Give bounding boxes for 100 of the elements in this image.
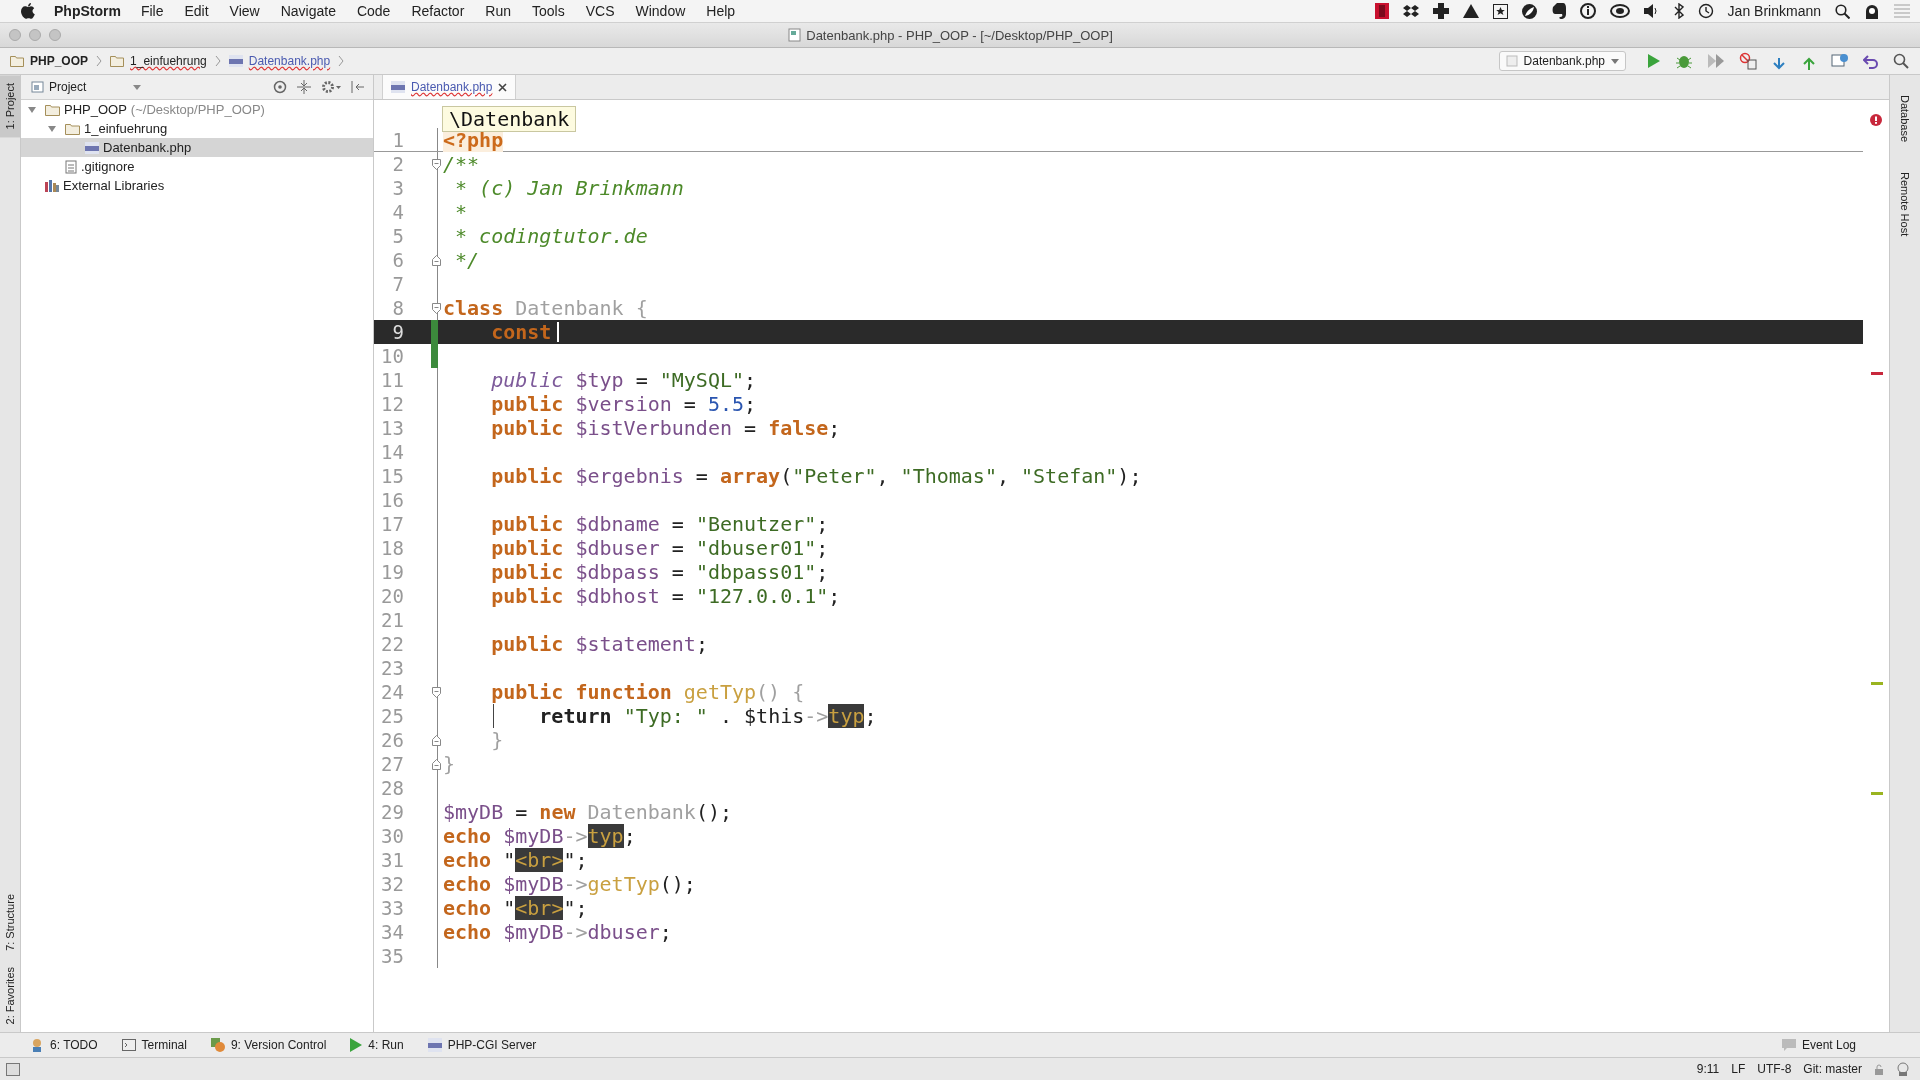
run-configuration-dropdown[interactable]: Datenbank.php bbox=[1498, 51, 1626, 71]
search-icon[interactable] bbox=[1835, 3, 1850, 19]
lock-icon[interactable] bbox=[1874, 1063, 1884, 1075]
tool-window-button[interactable]: PHP-CGI Server bbox=[427, 1038, 537, 1052]
box-icon[interactable] bbox=[1402, 3, 1419, 19]
fold-icon[interactable] bbox=[432, 758, 441, 770]
line-number: 5 bbox=[391, 225, 404, 247]
line-number: 30 bbox=[380, 825, 404, 847]
expand-triangle-icon[interactable] bbox=[27, 104, 37, 115]
tree-item[interactable]: External Libraries bbox=[21, 176, 373, 195]
line-number: 28 bbox=[380, 777, 404, 799]
php-file-icon bbox=[427, 1038, 442, 1052]
compare-icon[interactable] bbox=[1831, 53, 1849, 69]
code-line: public $dbuser = "dbuser01"; bbox=[490, 536, 829, 560]
line-number: 31 bbox=[380, 849, 404, 871]
caret-icon bbox=[1611, 58, 1619, 64]
app-menu[interactable]: PhpStorm bbox=[54, 3, 121, 19]
line-number: 2 bbox=[391, 153, 404, 175]
window-icon bbox=[31, 81, 44, 93]
status-item[interactable]: UTF-8 bbox=[1757, 1062, 1792, 1076]
menu-item[interactable]: Refactor bbox=[411, 3, 465, 19]
breadcrumb[interactable]: 1_einfuehrung bbox=[130, 54, 207, 68]
line-number: 35 bbox=[380, 945, 404, 967]
tool-window-tab[interactable]: 7: Structure bbox=[2, 885, 18, 959]
menu-item[interactable]: Help bbox=[706, 3, 736, 19]
tree-item[interactable]: .gitignore bbox=[21, 157, 373, 176]
line-number: 12 bbox=[380, 393, 404, 415]
code-line: echo $myDB->typ; bbox=[443, 824, 636, 848]
undo-icon[interactable] bbox=[1863, 53, 1879, 69]
clock-icon[interactable] bbox=[1697, 3, 1714, 19]
code-line: public $istVerbunden = false; bbox=[490, 416, 841, 440]
code-line: public $ergebnis = array("Peter", "Thomas", "Stefan"); bbox=[490, 464, 1142, 488]
fold-icon[interactable] bbox=[432, 686, 441, 698]
code-line: public $dbname = "Benutzer"; bbox=[490, 512, 829, 536]
fold-icon[interactable] bbox=[432, 734, 441, 746]
tool-window-button[interactable]: 6: TODO bbox=[30, 1038, 98, 1052]
line-number: 8 bbox=[391, 297, 404, 319]
breadcrumb[interactable]: PHP_OOP bbox=[30, 54, 89, 68]
view-selector[interactable]: Project bbox=[31, 80, 141, 94]
tool-window-tab[interactable]: Database bbox=[1899, 95, 1911, 143]
menu-item[interactable]: Code bbox=[356, 3, 391, 19]
menu-item[interactable]: VCS bbox=[585, 3, 615, 19]
menu-item[interactable]: View bbox=[229, 3, 260, 19]
code-line: */ bbox=[454, 248, 480, 272]
tool-window-tab[interactable]: Remote Host bbox=[1899, 172, 1911, 237]
tree-item[interactable]: PHP_OOP (~/Desktop/PHP_OOP) bbox=[21, 100, 373, 119]
line-number: 13 bbox=[380, 417, 404, 439]
code-line: return "Typ: " . $this->typ; bbox=[538, 704, 877, 728]
triangle-icon[interactable] bbox=[1462, 4, 1479, 18]
fold-icon[interactable] bbox=[432, 254, 441, 266]
menu-item[interactable]: Navigate bbox=[280, 3, 336, 19]
line-number: 20 bbox=[380, 585, 404, 607]
menu-item[interactable]: Tools bbox=[532, 3, 565, 19]
code-line: public $statement; bbox=[490, 632, 708, 656]
user-name[interactable]: Jan Brinkmann bbox=[1727, 3, 1821, 19]
menu-item[interactable]: Run bbox=[485, 3, 511, 19]
fold-icon[interactable] bbox=[432, 158, 441, 170]
status-item[interactable]: 9:11 bbox=[1696, 1062, 1720, 1076]
speaker-icon[interactable] bbox=[1643, 4, 1660, 18]
status-item[interactable]: Git: master bbox=[1803, 1062, 1862, 1076]
bug-icon[interactable] bbox=[1675, 53, 1693, 69]
expand-triangle-icon[interactable] bbox=[47, 123, 57, 134]
line-number: 10 bbox=[380, 345, 404, 367]
editor-tab[interactable]: Datenbank.php bbox=[382, 75, 517, 99]
tool-window-button[interactable]: Terminal bbox=[121, 1038, 187, 1052]
tool-window-button[interactable]: 4: Run bbox=[350, 1038, 404, 1052]
tree-item[interactable]: Datenbank.php bbox=[21, 138, 373, 157]
run-icon bbox=[350, 1038, 363, 1052]
collapse-icon[interactable] bbox=[297, 80, 311, 94]
file-icon bbox=[788, 28, 802, 42]
menu-item[interactable]: Window bbox=[635, 3, 686, 19]
stop-icon[interactable] bbox=[1739, 52, 1757, 70]
gear-icon[interactable] bbox=[321, 80, 341, 94]
info-icon[interactable] bbox=[1579, 3, 1596, 19]
line-number: 6 bbox=[391, 249, 404, 271]
panel-toggle-icon[interactable] bbox=[6, 1062, 20, 1076]
bluetooth-icon[interactable] bbox=[1673, 3, 1684, 19]
line-number: 16 bbox=[380, 489, 404, 511]
tree-item[interactable]: 1_einfuehrung bbox=[21, 119, 373, 138]
line-number: 23 bbox=[380, 657, 404, 679]
person-icon[interactable] bbox=[1864, 3, 1880, 19]
menu-item[interactable]: Edit bbox=[184, 3, 209, 19]
close-icon[interactable] bbox=[498, 82, 508, 92]
fold-icon[interactable] bbox=[432, 302, 441, 314]
terminal-icon bbox=[121, 1039, 136, 1051]
film-icon[interactable] bbox=[1374, 3, 1389, 19]
search-icon[interactable] bbox=[1893, 53, 1909, 69]
tool-window-tab[interactable]: 1: Project bbox=[0, 75, 20, 138]
target-icon[interactable] bbox=[273, 80, 287, 94]
tool-window-button[interactable]: 9: Version Control bbox=[210, 1038, 327, 1052]
apple-icon[interactable] bbox=[20, 2, 36, 20]
tool-window-tab[interactable]: 2: Favorites bbox=[2, 958, 18, 1032]
cross-icon[interactable] bbox=[1432, 3, 1449, 19]
hide-panel-icon[interactable] bbox=[351, 80, 365, 94]
leaf-icon[interactable] bbox=[1521, 3, 1537, 19]
menu-item[interactable]: File bbox=[140, 3, 164, 19]
breadcrumb[interactable]: Datenbank.php bbox=[248, 54, 331, 68]
event-log-button[interactable]: Event Log bbox=[1781, 1038, 1856, 1052]
run-icon[interactable] bbox=[1647, 53, 1661, 69]
status-item[interactable]: LF bbox=[1731, 1062, 1746, 1076]
